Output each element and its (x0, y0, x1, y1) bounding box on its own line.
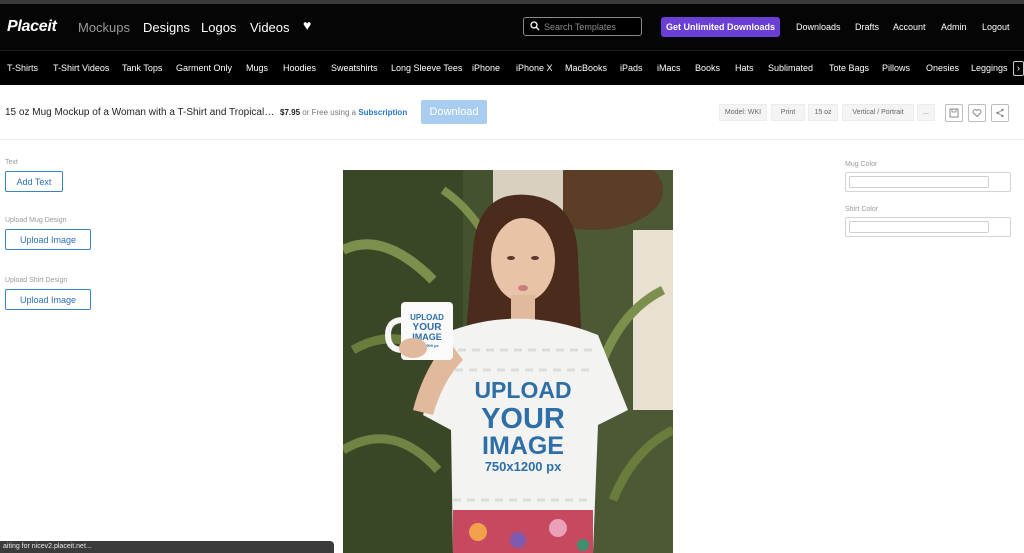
category-item[interactable]: Hoodies (283, 63, 316, 73)
category-item[interactable]: iPhone (472, 63, 500, 73)
category-item[interactable]: Hats (735, 63, 754, 73)
save-icon[interactable] (945, 104, 963, 122)
nav-logos[interactable]: Logos (201, 20, 236, 35)
category-item[interactable]: T-Shirts (7, 63, 38, 73)
category-item[interactable]: T-Shirt Videos (53, 63, 109, 73)
placeit-logo[interactable]: Placeit (7, 18, 57, 36)
category-scroll-right-icon[interactable]: › (1013, 61, 1024, 76)
category-item[interactable]: iPads (620, 63, 643, 73)
heart-icon[interactable] (968, 104, 986, 122)
category-item[interactable]: Leggings (971, 63, 1008, 73)
add-text-button[interactable]: Add Text (5, 171, 63, 192)
category-item[interactable]: iPhone X (516, 63, 553, 73)
category-item[interactable]: Long Sleeve Tees (391, 63, 462, 73)
category-item[interactable]: MacBooks (565, 63, 607, 73)
nav-videos[interactable]: Videos (250, 20, 290, 35)
download-button[interactable]: Download (421, 100, 487, 124)
search-icon (530, 21, 540, 31)
shirt-color-swatch (849, 221, 989, 233)
nav-designs[interactable]: Designs (143, 20, 190, 35)
top-nav: Placeit Mockups Designs Logos Videos ♥ G… (0, 4, 1024, 50)
browser-status-bar: aiting for nicev2.placeit.net... (0, 541, 334, 553)
category-item[interactable]: Mugs (246, 63, 268, 73)
mug-color-picker[interactable] (845, 172, 1011, 192)
product-header: 15 oz Mug Mockup of a Woman with a T-Shi… (0, 85, 1024, 140)
favorites-heart-icon[interactable]: ♥ (303, 17, 311, 33)
category-item[interactable]: Onesies (926, 63, 959, 73)
upload-mug-image-button[interactable]: Upload Image (5, 229, 91, 250)
nav-downloads[interactable]: Downloads (796, 22, 841, 32)
price-value: $7.95 (280, 108, 301, 117)
more-chip[interactable]: ... (917, 104, 935, 121)
shirt-text-line-4: 750x1200 px (485, 459, 562, 474)
subscription-link[interactable]: Subscription (358, 108, 407, 117)
search-box[interactable] (523, 17, 642, 36)
category-item[interactable]: Pillows (882, 63, 910, 73)
nav-logout[interactable]: Logout (982, 22, 1010, 32)
search-input[interactable] (544, 19, 639, 34)
nav-drafts[interactable]: Drafts (855, 22, 879, 32)
category-item[interactable]: iMacs (657, 63, 681, 73)
product-title: 15 oz Mug Mockup of a Woman with a T-Shi… (5, 107, 275, 118)
nav-mockups[interactable]: Mockups (78, 20, 130, 35)
model-chip[interactable]: Model: WKI (719, 104, 767, 121)
category-item[interactable]: Books (695, 63, 720, 73)
shirt-text-line-1: UPLOAD (474, 377, 571, 403)
get-unlimited-downloads-button[interactable]: Get Unlimited Downloads (661, 17, 780, 37)
category-bar: T-Shirts T-Shirt Videos Tank Tops Garmen… (0, 50, 1024, 85)
price-line: $7.95 or Free using a Subscription (280, 108, 407, 117)
shirt-color-label: Shirt Color (845, 206, 879, 213)
text-label: Text (5, 159, 18, 166)
category-item[interactable]: Sublimated (768, 63, 813, 73)
category-item[interactable]: Garment Only (176, 63, 232, 73)
upload-shirt-image-button[interactable]: Upload Image (5, 289, 91, 310)
print-chip[interactable]: Print (771, 104, 805, 121)
upload-mug-design-label: Upload Mug Design (5, 217, 67, 224)
mug-color-swatch (849, 176, 989, 188)
mug-color-label: Mug Color (845, 161, 878, 168)
nav-account[interactable]: Account (893, 22, 926, 32)
shirt-text-line-3: IMAGE (482, 432, 564, 460)
category-item[interactable]: Sweatshirts (331, 63, 378, 73)
shirt-text-line-2: YOUR (481, 403, 565, 435)
category-item[interactable]: Tank Tops (122, 63, 162, 73)
category-item[interactable]: Tote Bags (829, 63, 869, 73)
mockup-preview[interactable]: UPLOAD YOUR IMAGE 750x1200 px UPLOAD YOU… (343, 170, 673, 553)
upload-shirt-design-label: Upload Shirt Design (5, 277, 68, 284)
price-suffix: or Free using a (302, 108, 357, 117)
size-chip[interactable]: 15 oz (808, 104, 838, 121)
shirt-color-picker[interactable] (845, 217, 1011, 237)
mug-text-line-1: UPLOAD (410, 313, 444, 322)
mockup-photo: UPLOAD YOUR IMAGE 750x1200 px UPLOAD YOU… (343, 170, 673, 553)
orientation-chip[interactable]: Vertical / Portrait (842, 104, 914, 121)
share-icon[interactable] (991, 104, 1009, 122)
nav-admin[interactable]: Admin (941, 22, 967, 32)
